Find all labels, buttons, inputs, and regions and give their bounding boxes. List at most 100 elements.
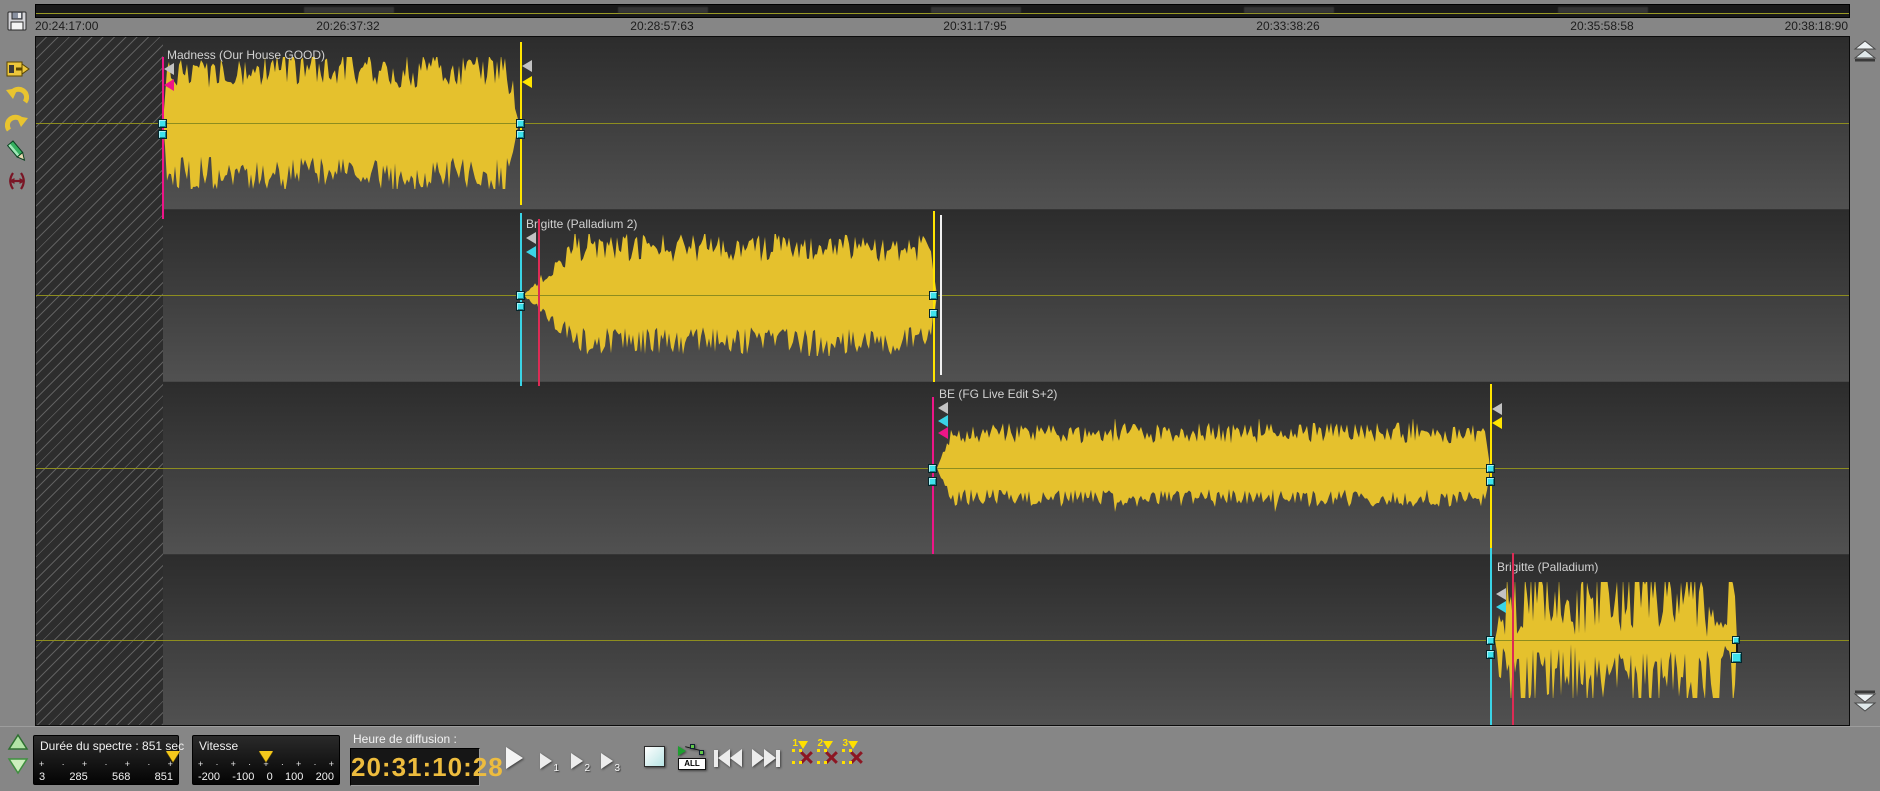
overview-mark: [1244, 7, 1334, 13]
fade-handle[interactable]: [516, 302, 525, 311]
tick-label: 200: [316, 771, 334, 783]
tick-mark: ·: [313, 760, 316, 769]
fade-handle[interactable]: [1486, 464, 1495, 473]
spectrum-duration-slider[interactable]: +·+·+·+ 3285568851: [39, 760, 173, 784]
audio-editor-window: 20:24:17:0020:26:37:3220:28:57:6320:31:1…: [0, 0, 1880, 791]
skip-to-start-button[interactable]: [714, 749, 742, 767]
track-center-line: [36, 123, 1849, 124]
waveform-canvas[interactable]: Madness (Our House GOOD) Brigitte (Pallad…: [35, 36, 1850, 726]
speed-tick-labels: -200-1000100200: [198, 771, 334, 783]
play-3-button[interactable]: 3: [601, 753, 613, 772]
marker-triangle-cyan[interactable]: [526, 246, 536, 258]
empty-region-hatch: [36, 37, 163, 726]
ruler-timestamp: 20:31:17:95: [943, 19, 1006, 33]
scroll-down-button[interactable]: [1852, 690, 1878, 714]
fade-handle[interactable]: [929, 291, 938, 300]
play-2-button[interactable]: 2: [571, 753, 583, 772]
fade-handle[interactable]: [516, 119, 525, 128]
track-center-line: [36, 640, 1849, 641]
cue-line-red[interactable]: [1512, 553, 1514, 726]
speed-slider[interactable]: +·+·+·+·+ -200-1000100200: [198, 760, 334, 784]
cue-line-red[interactable]: [538, 219, 540, 386]
fade-handle[interactable]: [928, 464, 937, 473]
edit-button[interactable]: [3, 139, 31, 165]
timeline-ruler[interactable]: 20:24:17:0020:26:37:3220:28:57:6320:31:1…: [35, 18, 1850, 35]
nudge-up-button[interactable]: [6, 733, 30, 753]
play-1-button[interactable]: 1: [540, 753, 552, 772]
tick-mark: ·: [215, 760, 218, 769]
fade-handle[interactable]: [516, 130, 525, 139]
marker-triangle-gray[interactable]: [522, 60, 532, 72]
track-center-line: [36, 468, 1849, 469]
playhead-line[interactable]: [940, 215, 942, 375]
spectrum-slider-handle[interactable]: [166, 751, 180, 762]
fade-handle[interactable]: [928, 477, 937, 486]
marker-triangle-cyan[interactable]: [938, 415, 948, 427]
marker-triangle-yellow[interactable]: [1492, 417, 1502, 429]
marker-triangle-gray[interactable]: [938, 402, 948, 414]
play-3-icon: [601, 753, 613, 769]
play-icon: [506, 747, 523, 769]
stop-button[interactable]: [644, 746, 665, 767]
triangle-down-icon: [7, 763, 29, 778]
marker-triangle-magenta[interactable]: [164, 79, 174, 91]
broadcast-time-display: 20:31:10:28: [350, 748, 480, 786]
marker-triangle-yellow[interactable]: [522, 76, 532, 88]
redo-icon: [3, 113, 31, 137]
marker-triangle-gray[interactable]: [1492, 403, 1502, 415]
spectrum-duration-label: Durée du spectre : 851 sec: [40, 739, 184, 753]
clip-label: Madness (Our House GOOD): [167, 48, 325, 62]
marker-triangle-magenta[interactable]: [938, 427, 948, 439]
play-1-icon: [540, 753, 552, 769]
right-scroll-column: [1850, 0, 1880, 791]
speed-slider-handle[interactable]: [259, 751, 273, 762]
fade-handle[interactable]: [158, 130, 167, 139]
speed-label: Vitesse: [199, 739, 238, 753]
fade-handle[interactable]: [1486, 477, 1495, 486]
nudge-down-button[interactable]: [6, 757, 30, 777]
fade-handle[interactable]: [929, 309, 938, 318]
fade-handle[interactable]: [516, 291, 525, 300]
fade-handle[interactable]: [158, 119, 167, 128]
fade-handle[interactable]: [1731, 652, 1742, 663]
overview-mark: [1558, 7, 1648, 13]
scroll-up-button[interactable]: [1852, 40, 1878, 64]
tick-mark: ·: [147, 760, 150, 769]
fade-handle[interactable]: [1486, 636, 1495, 645]
timeline-overview[interactable]: [35, 4, 1850, 18]
play-button[interactable]: [506, 747, 523, 772]
skip-to-start-icon: [714, 749, 742, 767]
ruler-timestamp: 20:28:57:63: [630, 19, 693, 33]
export-button[interactable]: [3, 56, 31, 82]
marker-triangle-gray[interactable]: [526, 232, 536, 244]
cue-line-magenta[interactable]: [932, 397, 934, 554]
tick-mark: ·: [104, 760, 107, 769]
ruler-timestamp: 20:24:17:00: [35, 19, 98, 33]
redo-button[interactable]: [3, 112, 31, 138]
fit-width-button[interactable]: [3, 168, 31, 194]
floppy-icon: [3, 9, 31, 33]
marker-triangle-cyan[interactable]: [1496, 601, 1506, 613]
pencil-icon: [3, 140, 31, 164]
fade-handle[interactable]: [1732, 636, 1740, 644]
tick-label: -200: [198, 771, 220, 783]
play-all-icon: ALL: [678, 744, 706, 770]
tick-label: 100: [285, 771, 303, 783]
double-chevron-down-icon: [1852, 700, 1878, 715]
tick-mark: +: [296, 760, 301, 769]
skip-to-end-button[interactable]: [752, 749, 780, 767]
play-all-button[interactable]: ALL: [678, 744, 706, 773]
track-center-line: [36, 295, 1849, 296]
tick-label: -100: [232, 771, 254, 783]
fade-handle[interactable]: [1486, 650, 1495, 659]
tick-mark: +: [125, 760, 130, 769]
overview-mark: [304, 7, 394, 13]
save-button[interactable]: [3, 8, 31, 34]
spectrum-tick-labels: 3285568851: [39, 771, 173, 783]
undo-button[interactable]: [3, 84, 31, 110]
marker-triangle-gray[interactable]: [164, 63, 174, 75]
ruler-timestamp: 20:38:18:90: [1785, 19, 1848, 33]
control-bar: Durée du spectre : 851 sec +·+·+·+ 32855…: [0, 726, 1880, 791]
marker-triangle-gray[interactable]: [1496, 588, 1506, 600]
clip-label: Brigitte (Palladium 2): [526, 217, 637, 231]
